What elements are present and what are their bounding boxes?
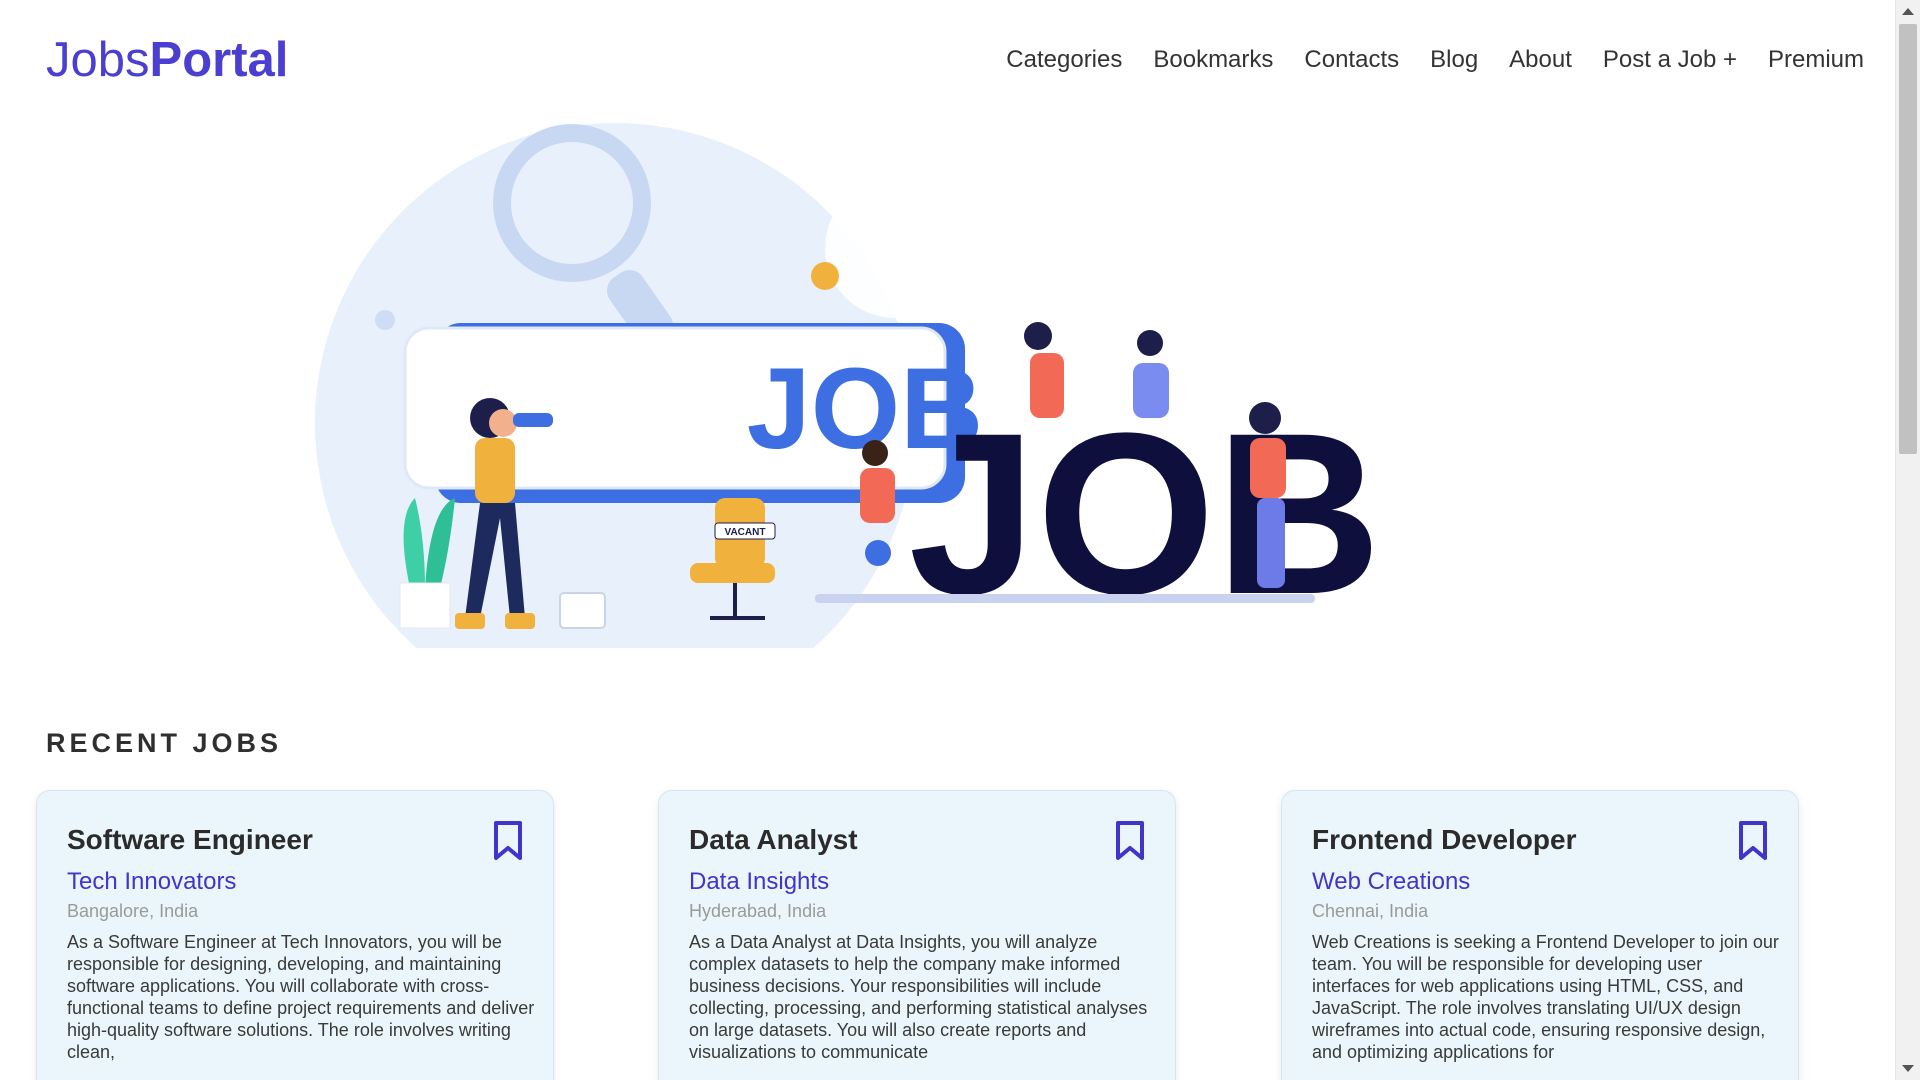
job-title[interactable]: Frontend Developer — [1312, 821, 1768, 859]
nav-about[interactable]: About — [1509, 42, 1572, 78]
dot-yellow — [811, 262, 839, 290]
job-description: As a Software Engineer at Tech Innovator… — [67, 932, 535, 1062]
big-job-text: JOB — [909, 385, 1382, 642]
job-location: Chennai, India — [1312, 901, 1429, 921]
company-link[interactable]: Web Creations — [1312, 867, 1768, 897]
dot-blue — [865, 540, 891, 566]
plant-pot — [399, 582, 451, 629]
dot-gray — [375, 310, 395, 330]
person-3-body — [1133, 363, 1169, 418]
person-1-body — [860, 468, 895, 523]
site-header: JobsPortal Categories Bookmarks Contacts… — [0, 0, 1895, 120]
person-3-head — [1137, 330, 1163, 356]
person-2-body — [1030, 353, 1064, 418]
recent-jobs-heading: RECENT JOBS — [46, 728, 283, 758]
nav-contacts[interactable]: Contacts — [1304, 42, 1399, 78]
job-card[interactable]: Frontend Developer Web Creations Chennai… — [1281, 790, 1799, 1080]
job-card[interactable]: Data Analyst Data Insights Hyderabad, In… — [658, 790, 1176, 1080]
company-link[interactable]: Tech Innovators — [67, 867, 523, 897]
vacant-tag-text: VACANT — [725, 527, 766, 538]
job-location: Hyderabad, India — [689, 901, 827, 921]
logo-text-part2: Portal — [149, 33, 289, 87]
job-cards: Software Engineer Tech Innovators Bangal… — [36, 790, 1800, 1080]
person-4-body — [1250, 438, 1286, 498]
logo[interactable]: JobsPortal — [46, 30, 288, 90]
scroll-up-icon[interactable] — [1902, 8, 1914, 15]
job-base-line — [815, 594, 1315, 603]
job-card[interactable]: Software Engineer Tech Innovators Bangal… — [36, 790, 554, 1080]
bookmark-icon[interactable] — [1738, 821, 1768, 861]
bookmark-icon[interactable] — [1115, 821, 1145, 861]
person-4-legs — [1257, 498, 1285, 588]
bookmark-icon[interactable] — [493, 821, 523, 861]
chair-seat — [690, 563, 775, 583]
person-face — [489, 409, 517, 437]
vertical-scrollbar[interactable] — [1895, 0, 1920, 1080]
person-boot-left — [455, 613, 485, 629]
job-location: Bangalore, India — [67, 901, 199, 921]
job-description: As a Data Analyst at Data Insights, you … — [689, 932, 1148, 1062]
hero-illustration: JOB VACANT JOB — [315, 118, 1615, 723]
nav-bookmarks[interactable]: Bookmarks — [1153, 42, 1273, 78]
briefcase-icon — [559, 592, 606, 629]
nav-premium[interactable]: Premium — [1768, 42, 1864, 78]
person-jacket — [475, 438, 515, 503]
job-search-illustration: JOB VACANT JOB — [315, 123, 1382, 723]
person-boot-right — [505, 613, 535, 629]
job-title[interactable]: Software Engineer — [67, 821, 523, 859]
job-title[interactable]: Data Analyst — [689, 821, 1145, 859]
job-description: Web Creations is seeking a Frontend Deve… — [1312, 932, 1779, 1062]
main-nav: Categories Bookmarks Contacts Blog About… — [1006, 42, 1864, 78]
binoculars-icon — [513, 413, 553, 427]
person-2-head — [1024, 322, 1052, 350]
bg-notch — [825, 178, 965, 318]
company-link[interactable]: Data Insights — [689, 867, 1145, 897]
person-4-head — [1249, 402, 1281, 434]
nav-categories[interactable]: Categories — [1006, 42, 1122, 78]
scroll-thumb[interactable] — [1899, 24, 1917, 454]
logo-text-part1: Jobs — [46, 33, 150, 87]
scroll-down-icon[interactable] — [1902, 1065, 1914, 1072]
nav-post-job[interactable]: Post a Job + — [1603, 42, 1737, 78]
person-1-head — [862, 440, 888, 466]
nav-blog[interactable]: Blog — [1430, 42, 1478, 78]
